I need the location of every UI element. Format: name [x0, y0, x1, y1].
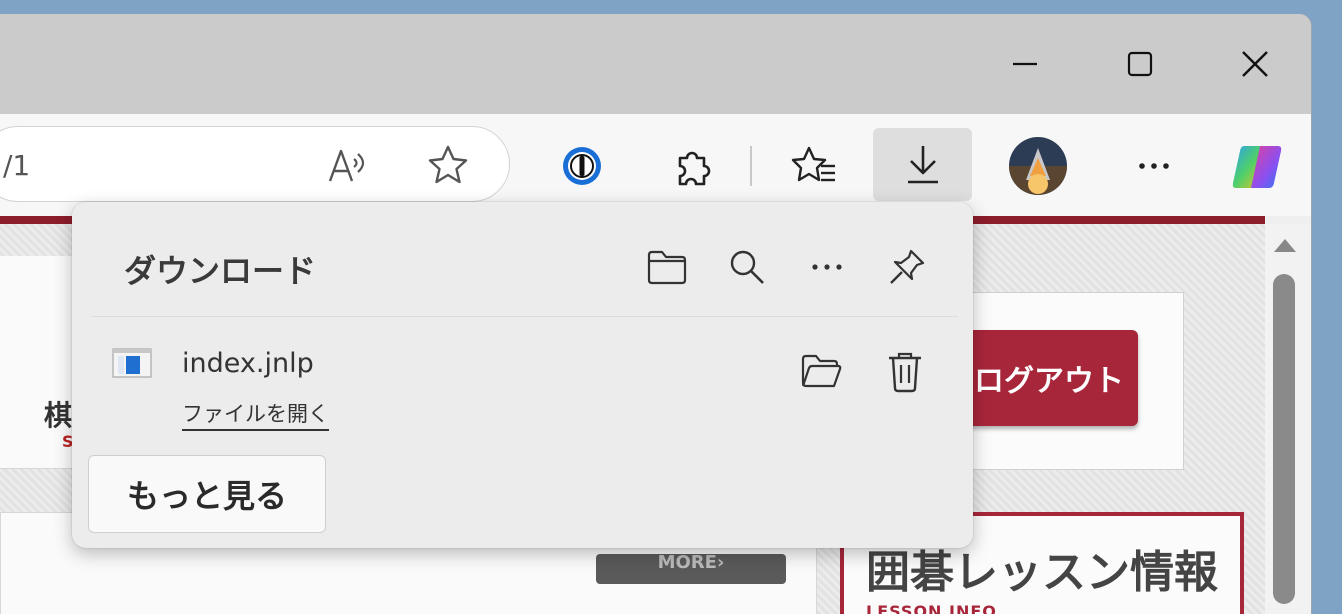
- open-folder-icon: [647, 250, 687, 285]
- scrollbar-thumb[interactable]: [1273, 274, 1295, 604]
- extensions-button[interactable]: [666, 140, 718, 192]
- more-options-button[interactable]: [1128, 140, 1180, 192]
- maximize-button[interactable]: [1105, 34, 1175, 94]
- pin-icon: [890, 249, 925, 284]
- password-manager-icon: [563, 147, 601, 185]
- copilot-icon: [1232, 146, 1282, 188]
- read-aloud-icon: [328, 149, 365, 182]
- browser-toolbar: /1: [0, 114, 1311, 216]
- download-file-name[interactable]: index.jnlp: [182, 348, 314, 379]
- more-options-icon: [1139, 163, 1169, 169]
- extensions-icon: [678, 151, 711, 186]
- title-bar: [0, 14, 1311, 114]
- left-panel-heading: 棋: [44, 399, 73, 432]
- downloads-icon: [908, 146, 938, 184]
- address-bar[interactable]: /1: [0, 126, 510, 202]
- scroll-up-arrow[interactable]: [1272, 236, 1298, 258]
- favorite-star-icon: [428, 145, 468, 184]
- close-icon: [1242, 51, 1268, 77]
- add-favorite-button[interactable]: [421, 141, 475, 189]
- search-icon: [730, 250, 764, 284]
- downloads-more-button[interactable]: [802, 242, 852, 292]
- trash-icon: [889, 352, 921, 393]
- pin-downloads-button[interactable]: [882, 242, 932, 292]
- close-button[interactable]: [1220, 34, 1290, 94]
- folder-icon: [801, 354, 842, 388]
- read-aloud-button[interactable]: [321, 141, 375, 189]
- downloads-button[interactable]: [873, 128, 972, 201]
- more-icon: [812, 264, 842, 270]
- url-text[interactable]: /1: [3, 149, 30, 182]
- scroll-up-icon: [1274, 239, 1296, 252]
- delete-download-button[interactable]: [880, 346, 930, 396]
- lesson-subtitle: LESSON INFO: [866, 602, 997, 614]
- flyout-divider: [92, 316, 958, 317]
- password-manager-button[interactable]: [556, 140, 608, 192]
- see-more-button[interactable]: もっと見る: [88, 455, 326, 533]
- copilot-button[interactable]: [1228, 138, 1288, 196]
- show-in-folder-button[interactable]: [796, 346, 846, 396]
- downloads-flyout: ダウンロード index.jnlp ファイルを開く もっと見る: [72, 202, 973, 548]
- minimize-icon: [1013, 62, 1037, 66]
- open-file-link[interactable]: ファイルを開く: [182, 398, 329, 431]
- maximize-icon: [1127, 51, 1153, 77]
- favorites-list-icon: [791, 146, 835, 182]
- toolbar-separator: [750, 146, 752, 186]
- jnlp-file-icon: [112, 348, 152, 378]
- profile-button[interactable]: [1006, 134, 1070, 198]
- downloads-title: ダウンロード: [124, 252, 317, 290]
- open-downloads-folder-button[interactable]: [642, 242, 692, 292]
- search-downloads-button[interactable]: [722, 242, 772, 292]
- profile-avatar-icon: [1009, 137, 1067, 195]
- minimize-button[interactable]: [990, 34, 1060, 94]
- more-link-button[interactable]: MORE›: [596, 554, 786, 584]
- favorites-button[interactable]: [788, 140, 842, 192]
